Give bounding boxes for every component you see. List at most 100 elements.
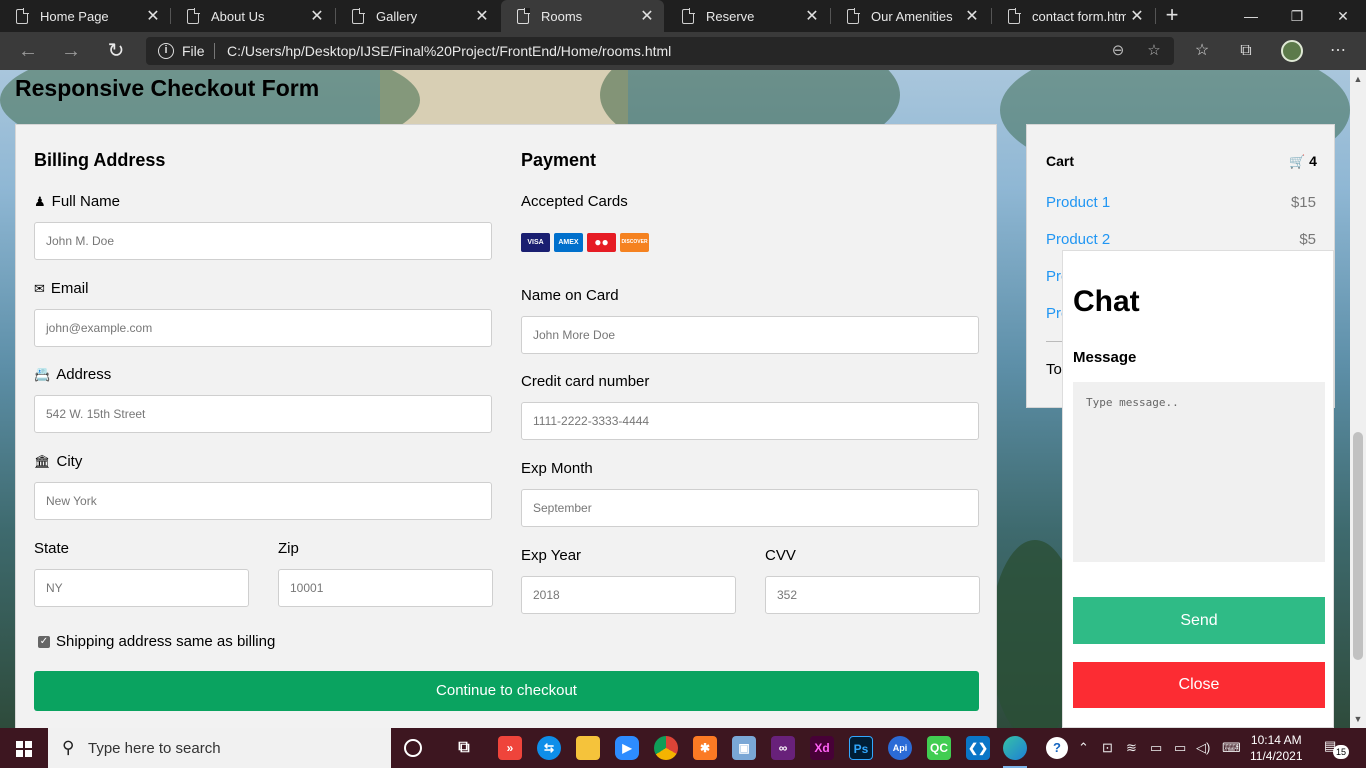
photoshop-icon[interactable]: Ps [849, 736, 873, 760]
close-icon[interactable]: ✕ [961, 6, 983, 26]
tab-bar: Home Page ✕ About Us ✕ Gallery ✕ Rooms ✕… [0, 0, 1366, 32]
more-icon[interactable]: ⋯ [1326, 40, 1350, 62]
taskbar: ⚲ Type here to search ⧉ » ⇆ ▶ ✱ ▣ ∞ Xd P… [0, 728, 1366, 768]
card-number-input[interactable]: 1111-2222-3333-4444 [521, 402, 979, 440]
volume-icon[interactable]: ◁) [1196, 740, 1210, 756]
url-text[interactable]: C:/Users/hp/Desktop/IJSE/Final%20Project… [227, 43, 671, 59]
cart-item-product-1[interactable]: Product 1 [1046, 194, 1110, 211]
billing-heading: Billing Address [34, 150, 166, 170]
search-placeholder: Type here to search [88, 740, 221, 757]
close-icon[interactable]: ✕ [306, 6, 328, 26]
refresh-icon[interactable]: ↻ [98, 32, 134, 70]
close-icon[interactable]: ✕ [142, 6, 164, 26]
virtualbox-icon[interactable]: ▣ [732, 736, 756, 760]
close-icon[interactable]: ✕ [1126, 6, 1148, 26]
visa-card-icon: VISA [521, 233, 550, 252]
cart-count: 🛒 4 [1289, 153, 1317, 170]
vscode-icon[interactable]: ❮❯ [966, 736, 990, 760]
tab-gallery[interactable]: Gallery ✕ [336, 0, 499, 32]
file-explorer-icon[interactable] [576, 736, 600, 760]
clock[interactable]: 10:14 AM 11/4/2021 [1250, 732, 1303, 764]
collections-icon[interactable]: ⧉ [1234, 40, 1258, 62]
keyboard-icon[interactable]: ⌨ [1222, 740, 1241, 756]
network-icon[interactable]: ▭ [1150, 740, 1162, 756]
window-close-icon[interactable]: ✕ [1320, 0, 1366, 32]
xampp-icon[interactable]: ✱ [693, 736, 717, 760]
close-icon[interactable]: ✕ [801, 6, 823, 26]
address-card-icon: 📇 [34, 366, 51, 382]
chrome-icon[interactable] [654, 736, 678, 760]
notifications-icon[interactable]: ▤ 15 [1324, 738, 1349, 759]
scroll-up-icon[interactable]: ▲ [1350, 72, 1366, 86]
address-bar[interactable]: i File C:/Users/hp/Desktop/IJSE/Final%20… [146, 37, 1174, 65]
qt-creator-icon[interactable]: QC [927, 736, 951, 760]
help-icon[interactable]: ? [1046, 737, 1068, 759]
chevron-up-icon[interactable]: ⌃ [1078, 740, 1089, 756]
minimize-icon[interactable]: — [1228, 0, 1274, 32]
page-title: Responsive Checkout Form [15, 75, 320, 101]
postman-icon[interactable]: Api [888, 736, 912, 760]
info-icon[interactable]: i [158, 43, 174, 59]
exp-year-input[interactable]: 2018 [521, 576, 736, 614]
back-icon[interactable]: ← [10, 32, 46, 70]
continue-to-checkout-button[interactable]: Continue to checkout [34, 671, 979, 711]
cart-item-product-2[interactable]: Product 2 [1046, 231, 1110, 248]
exp-year-label: Exp Year [521, 547, 582, 564]
full-name-input[interactable]: John M. Doe [34, 222, 492, 260]
page-icon [1008, 7, 1021, 24]
tab-contact-form[interactable]: contact form.html ✕ [992, 0, 1154, 32]
windows-start-icon[interactable] [0, 728, 48, 768]
cvv-input[interactable]: 352 [765, 576, 980, 614]
scrollbar-thumb[interactable] [1353, 432, 1363, 660]
email-label-text: Email [50, 280, 89, 297]
zip-input[interactable]: 10001 [278, 569, 493, 607]
tab-about-us[interactable]: About Us ✕ [171, 0, 334, 32]
taskbar-search[interactable]: ⚲ Type here to search [48, 728, 391, 768]
address-input[interactable]: 542 W. 15th Street [34, 395, 492, 433]
state-input[interactable]: NY [34, 569, 249, 607]
tab-label: Gallery [376, 8, 418, 24]
add-favorite-icon[interactable]: ☆ [1142, 40, 1166, 62]
shipping-same-checkbox[interactable]: ✓ [38, 636, 50, 648]
profile-avatar[interactable] [1281, 40, 1303, 62]
restore-icon[interactable]: ❐ [1274, 0, 1320, 32]
send-button[interactable]: Send [1073, 597, 1325, 644]
new-tab-button[interactable]: + [1158, 0, 1186, 32]
cart-title: Cart [1046, 153, 1075, 169]
tab-reserve[interactable]: Reserve ✕ [666, 0, 829, 32]
exp-month-input[interactable]: September [521, 489, 979, 527]
tab-rooms[interactable]: Rooms ✕ [501, 0, 664, 32]
tab-home-page[interactable]: Home Page ✕ [0, 0, 170, 32]
cart-count-value: 4 [1309, 153, 1317, 169]
city-label-text: City [56, 453, 83, 470]
chat-heading: Chat [1073, 285, 1140, 318]
tab-our-amenities[interactable]: Our Amenities ✕ [831, 0, 989, 32]
close-icon[interactable]: ✕ [636, 6, 658, 26]
tab-label: Our Amenities [871, 8, 953, 24]
city-input[interactable]: New York [34, 482, 492, 520]
anydesk-icon[interactable]: » [498, 736, 522, 760]
message-textarea[interactable]: Type message.. [1073, 382, 1325, 562]
teamviewer-icon[interactable]: ⇆ [537, 736, 561, 760]
visual-studio-icon[interactable]: ∞ [771, 736, 795, 760]
search-icon: ⚲ [62, 738, 75, 757]
task-view-icon[interactable]: ⧉ [452, 736, 476, 760]
close-chat-button[interactable]: Close [1073, 662, 1325, 708]
adobe-xd-icon[interactable]: Xd [810, 736, 834, 760]
wifi-icon[interactable]: ≋ [1126, 740, 1137, 756]
zoom-icon[interactable]: ⊖ [1106, 40, 1130, 62]
forward-icon[interactable]: → [53, 32, 89, 70]
edge-icon[interactable] [1003, 736, 1027, 768]
name-on-card-input[interactable]: John More Doe [521, 316, 979, 354]
battery-icon[interactable]: ▭ [1174, 740, 1186, 756]
scroll-down-icon[interactable]: ▼ [1350, 712, 1366, 726]
close-icon[interactable]: ✕ [471, 6, 493, 26]
address-label-text: Address [56, 366, 112, 383]
zoom-icon[interactable]: ▶ [615, 736, 639, 760]
email-input[interactable]: john@example.com [34, 309, 492, 347]
page-icon [352, 7, 365, 24]
favorites-icon[interactable]: ☆ [1190, 40, 1214, 62]
meet-now-icon[interactable]: ⊡ [1102, 740, 1113, 756]
cortana-icon[interactable] [404, 739, 422, 757]
page-scrollbar[interactable]: ▲ ▼ [1350, 70, 1366, 728]
